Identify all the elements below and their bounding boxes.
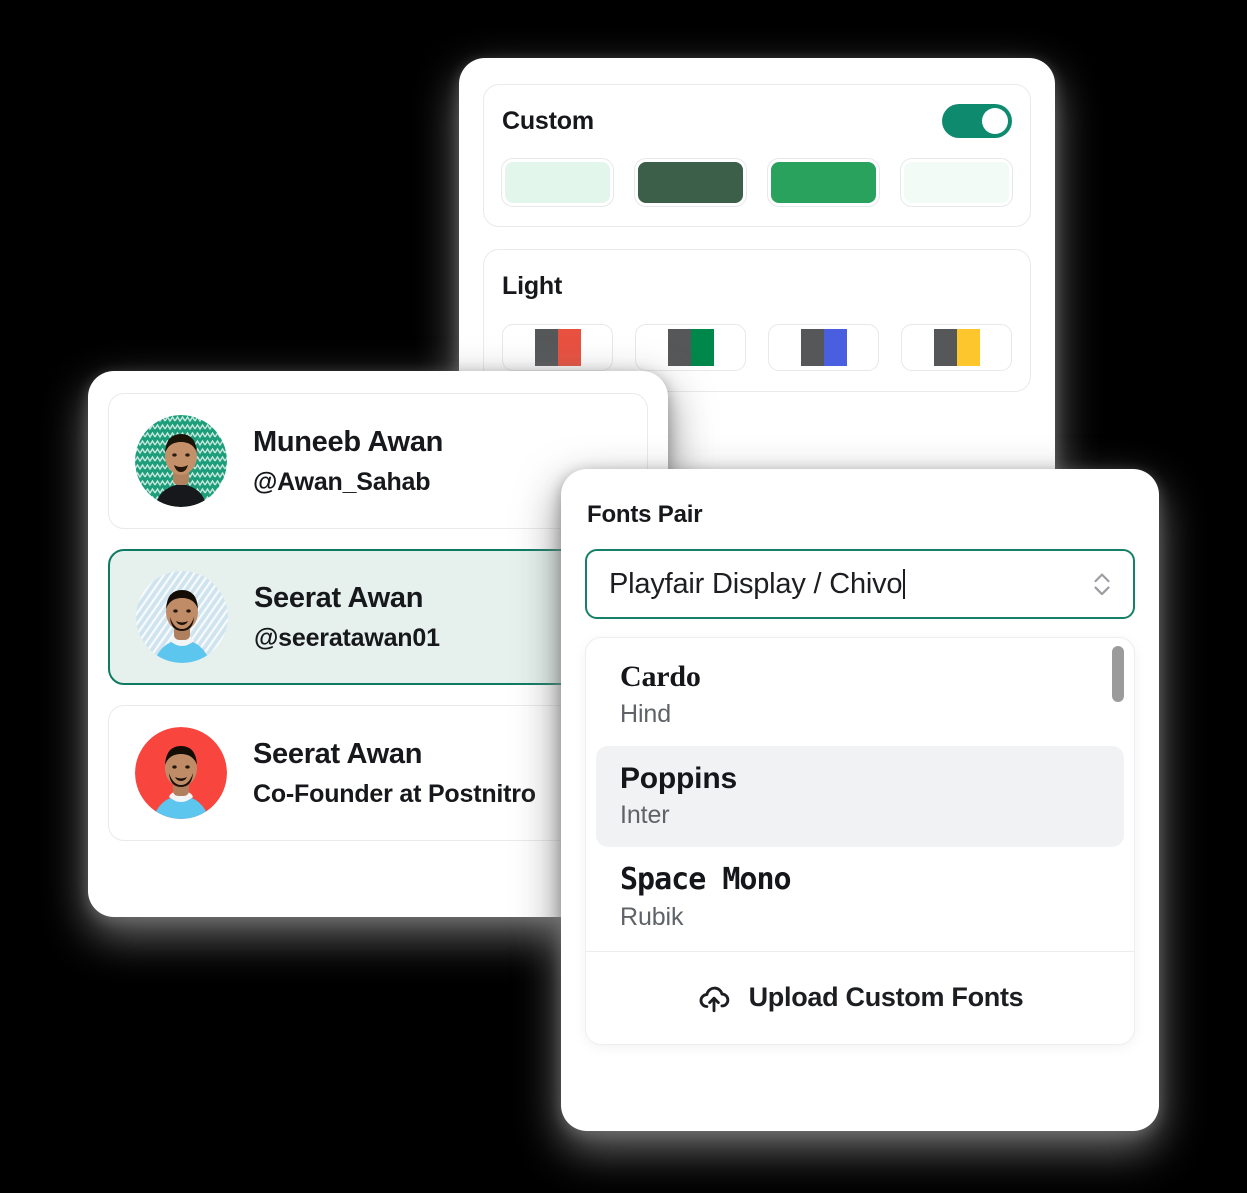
upload-custom-fonts-label: Upload Custom Fonts <box>748 982 1024 1013</box>
fonts-pair-dropdown: Cardo Hind Poppins Inter Space Mono Rubi… <box>585 637 1135 1045</box>
light-swatch-1-accent <box>557 329 581 366</box>
profile-subtitle: @seeratawan01 <box>254 623 440 652</box>
screenshot-stage: Custom Light Muneeb Awan @Awan_Sahab See… <box>0 0 1247 1193</box>
theme-section-custom: Custom <box>483 84 1031 227</box>
fonts-pair-card: Fonts Pair Playfair Display / Chivo Card… <box>561 469 1159 1131</box>
light-swatch-4-accent <box>956 329 980 366</box>
custom-swatch-4[interactable] <box>901 159 1012 206</box>
font-option-space-mono-rubik[interactable]: Space Mono Rubik <box>596 847 1124 949</box>
light-swatch-3-dark <box>800 329 824 366</box>
custom-section-title: Custom <box>502 106 594 135</box>
custom-swatch-3[interactable] <box>768 159 879 206</box>
font-option-primary: Space Mono <box>620 862 792 898</box>
profile-subtitle: @Awan_Sahab <box>253 467 431 496</box>
avatar-muneeb-awan <box>135 415 227 507</box>
fonts-pair-option-list: Cardo Hind Poppins Inter Space Mono Rubi… <box>586 638 1134 951</box>
profile-name: Muneeb Awan <box>253 426 444 459</box>
profile-name: Seerat Awan <box>253 738 423 771</box>
profile-text-1: Muneeb Awan @Awan_Sahab <box>253 424 443 498</box>
light-swatch-4[interactable] <box>901 324 1012 371</box>
light-swatch-4-dark <box>933 329 957 366</box>
light-swatch-3-accent <box>823 329 847 366</box>
font-option-secondary: Hind <box>620 699 672 728</box>
chevron-up-down-icon[interactable] <box>1089 567 1115 601</box>
font-option-primary: Cardo <box>620 660 701 693</box>
light-section-header: Light <box>502 270 1012 302</box>
profile-subtitle: Co-Founder at Postnitro <box>253 779 536 808</box>
profile-name: Seerat Awan <box>254 582 424 615</box>
light-swatch-3[interactable] <box>768 324 879 371</box>
profile-text-3: Seerat Awan Co-Founder at Postnitro <box>253 736 536 810</box>
font-option-cardo-hind[interactable]: Cardo Hind <box>596 644 1124 746</box>
light-swatch-2[interactable] <box>635 324 746 371</box>
font-option-poppins-inter[interactable]: Poppins Inter <box>596 745 1124 848</box>
upload-custom-fonts-button[interactable]: Upload Custom Fonts <box>586 950 1134 1044</box>
light-section-title: Light <box>502 271 563 300</box>
custom-swatch-2[interactable] <box>635 159 746 206</box>
custom-swatch-1[interactable] <box>502 159 613 206</box>
fonts-pair-select[interactable]: Playfair Display / Chivo <box>585 549 1135 619</box>
font-option-primary: Poppins <box>620 761 737 795</box>
light-swatch-2-accent <box>690 329 714 366</box>
light-swatch-1[interactable] <box>502 324 613 371</box>
light-swatch-2-dark <box>667 329 691 366</box>
dropdown-scrollbar[interactable] <box>1112 646 1124 943</box>
fonts-pair-input[interactable]: Playfair Display / Chivo <box>609 568 1089 601</box>
cloud-upload-icon <box>697 981 731 1015</box>
text-cursor <box>903 568 906 599</box>
font-option-secondary: Rubik <box>620 902 684 931</box>
toggle-knob <box>982 108 1008 134</box>
custom-toggle-switch[interactable] <box>942 104 1012 138</box>
dropdown-scrollbar-thumb[interactable] <box>1112 646 1124 702</box>
light-swatch-row <box>502 324 1012 371</box>
fonts-pair-label: Fonts Pair <box>587 501 703 528</box>
profile-text-2: Seerat Awan @seeratawan01 <box>254 580 440 654</box>
fonts-pair-value: Playfair Display / Chivo <box>609 567 903 600</box>
custom-section-header: Custom <box>502 104 1012 138</box>
custom-swatch-row <box>502 159 1012 206</box>
font-option-secondary: Inter <box>620 801 670 830</box>
avatar-seerat-awan-handle <box>136 571 228 663</box>
light-swatch-1-dark <box>534 329 558 366</box>
avatar-seerat-awan-role <box>135 727 227 819</box>
